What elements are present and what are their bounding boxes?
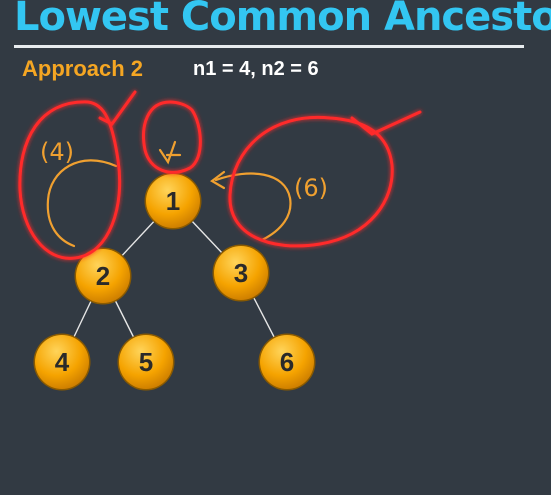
tree-node-3: 3 <box>212 244 270 302</box>
left-curve-annotation <box>46 159 118 248</box>
tree-node-5: 5 <box>117 333 175 391</box>
tree-node-4: 4 <box>33 333 91 391</box>
root-check-mark <box>158 140 182 165</box>
tree-node-label-3: 3 <box>234 258 248 288</box>
slide: Lowest Common Ancestor Approach 2 n1 = 4… <box>0 0 551 495</box>
root-highlight-loop <box>142 100 202 174</box>
right-curve-annotation <box>214 172 292 242</box>
tree-node-1: 1 <box>144 172 202 230</box>
tree-nodes: 1 2 3 4 5 6 <box>33 172 316 391</box>
tree-node-6: 6 <box>258 333 316 391</box>
tree-node-label-6: 6 <box>280 347 294 377</box>
left-note: (4) <box>40 138 74 166</box>
tree-node-label-2: 2 <box>96 261 110 291</box>
tree-diagram: 1 2 3 4 5 6 (4) (6) <box>18 90 422 391</box>
tree-node-label-1: 1 <box>166 186 180 216</box>
tree-node-label-5: 5 <box>139 347 153 377</box>
left-highlight-loop <box>18 100 122 260</box>
left-highlight-tick <box>98 90 137 126</box>
right-note: (6) <box>294 174 328 202</box>
right-highlight-tick <box>350 110 422 136</box>
tree-node-label-4: 4 <box>55 347 70 377</box>
